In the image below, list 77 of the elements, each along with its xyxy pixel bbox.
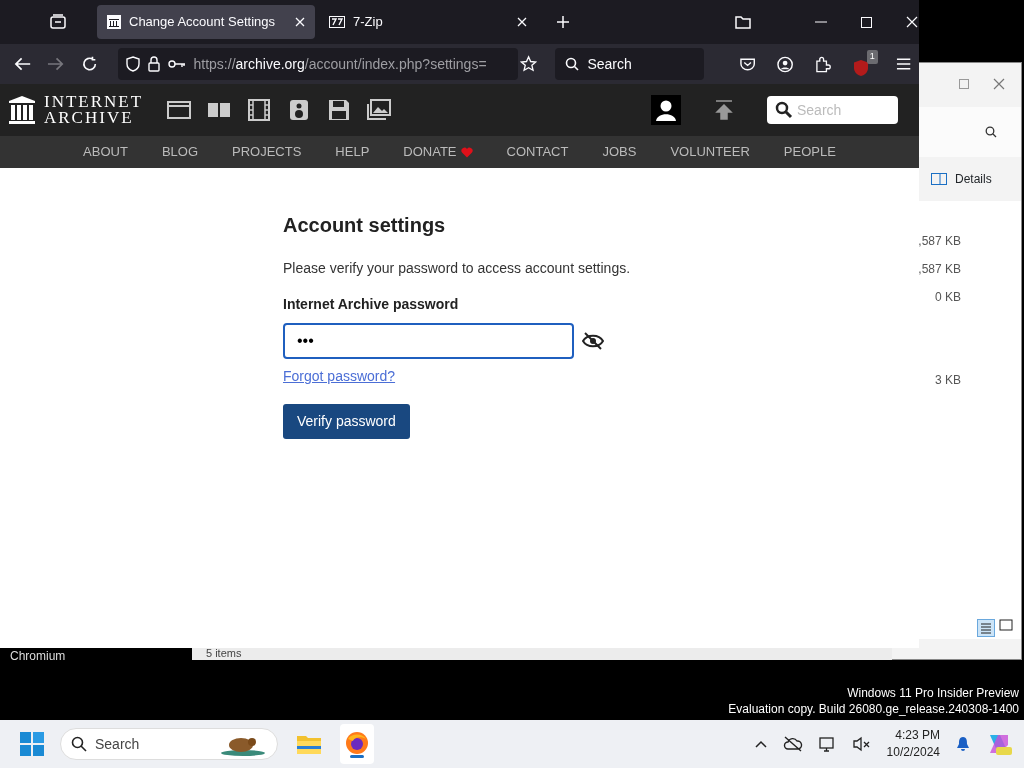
forgot-password-link[interactable]: Forgot password? xyxy=(283,366,396,387)
notification-badge: 1 xyxy=(866,50,878,64)
user-icon[interactable] xyxy=(651,95,681,125)
start-icon[interactable] xyxy=(20,732,44,756)
details-button[interactable]: Details xyxy=(955,170,992,188)
shield-extension-icon[interactable] xyxy=(852,58,869,77)
lock-icon[interactable] xyxy=(147,56,160,72)
search-field[interactable]: Search xyxy=(555,48,705,80)
nav-link[interactable]: HELP xyxy=(318,142,387,162)
url-text[interactable]: https://archive.org/account/index.php?settings= xyxy=(193,53,487,75)
image-icon[interactable] xyxy=(367,99,392,121)
shield-icon[interactable] xyxy=(125,56,140,72)
clock-time[interactable]: 4:23 PM xyxy=(886,727,940,744)
instruction-text: Please verify your password to access account settings. xyxy=(283,259,632,278)
logo-text[interactable]: ARCHIVE xyxy=(44,110,144,126)
nav-link[interactable]: PEOPLE xyxy=(766,142,853,162)
file-size: 3 KB xyxy=(934,372,961,388)
nav-link[interactable]: BLOG xyxy=(144,142,215,162)
nav-link[interactable]: CONTACT xyxy=(489,142,586,162)
pocket-icon[interactable] xyxy=(740,57,756,71)
extensions-icon[interactable] xyxy=(815,55,831,73)
tab-list-icon[interactable] xyxy=(50,14,66,30)
archive-app-icon xyxy=(329,16,345,28)
archive-favicon-icon xyxy=(107,15,121,29)
field-label: Internet Archive password xyxy=(283,295,460,314)
watermark-text: Evaluation copy. Build 26080.ge_release.240308-1400 xyxy=(728,701,1019,717)
plus-icon xyxy=(556,15,570,29)
speaker-muted-icon[interactable] xyxy=(852,736,871,752)
nav-link[interactable]: DONATE xyxy=(386,142,490,162)
address-bar[interactable]: https://archive.org/account/index.php?settings= xyxy=(117,48,519,80)
file-size: ,587 KB xyxy=(917,233,961,249)
chevron-up-icon[interactable] xyxy=(754,740,767,748)
film-icon[interactable] xyxy=(247,99,272,121)
star-icon[interactable] xyxy=(520,55,538,73)
upload-icon[interactable] xyxy=(715,100,733,120)
search-icon xyxy=(71,736,87,752)
search-icon[interactable] xyxy=(985,126,997,138)
nav-link[interactable]: PROJECTS xyxy=(215,142,319,162)
desktop-icon-label[interactable]: Chromium xyxy=(10,647,66,665)
page-heading: Account settings xyxy=(283,213,447,237)
menu-icon[interactable] xyxy=(895,57,911,71)
reload-icon[interactable] xyxy=(82,56,98,72)
nav-link[interactable]: ABOUT xyxy=(66,142,145,162)
verify-password-button[interactable]: Verify password xyxy=(283,404,410,439)
watermark-text: Windows 11 Pro Insider Preview xyxy=(846,685,1019,701)
archive-logo-icon[interactable] xyxy=(8,95,36,125)
details-view-icon[interactable] xyxy=(977,619,995,637)
taskbar-search-field[interactable]: Search xyxy=(60,728,278,760)
network-icon[interactable] xyxy=(818,735,837,753)
details-pane-icon[interactable] xyxy=(931,173,947,185)
close-tab-icon[interactable] xyxy=(517,17,527,27)
key-icon[interactable] xyxy=(167,59,186,69)
bell-icon[interactable] xyxy=(956,736,970,752)
nav-link[interactable]: JOBS xyxy=(585,142,654,162)
folder-icon[interactable] xyxy=(735,15,751,29)
password-field[interactable]: ••• xyxy=(283,323,574,359)
browser-tab[interactable]: 7-Zip xyxy=(319,5,537,39)
active-indicator-icon xyxy=(350,754,364,758)
clock-date[interactable]: 10/2/2024 xyxy=(886,744,940,761)
tiles-view-icon[interactable] xyxy=(999,619,1013,633)
web-icon[interactable] xyxy=(167,99,192,121)
back-icon[interactable] xyxy=(14,56,32,72)
toggle-visibility-button[interactable] xyxy=(582,332,604,350)
nav-link[interactable]: VOLUNTEER xyxy=(653,142,767,162)
status-text: 5 items xyxy=(206,647,242,659)
search-icon xyxy=(775,101,793,119)
heart-icon xyxy=(460,146,473,158)
file-size: ,587 KB xyxy=(917,261,961,277)
cloud-off-icon[interactable] xyxy=(782,736,803,752)
logo-text[interactable]: INTERNET xyxy=(44,94,144,110)
account-icon[interactable] xyxy=(777,55,794,73)
search-icon xyxy=(565,57,580,71)
close-tab-icon[interactable] xyxy=(295,17,305,27)
browser-icon[interactable] xyxy=(345,730,369,755)
file-size: 0 KB xyxy=(934,289,961,305)
browser-tab[interactable]: Change Account Settings xyxy=(97,5,315,39)
forward-icon[interactable] xyxy=(47,56,65,72)
